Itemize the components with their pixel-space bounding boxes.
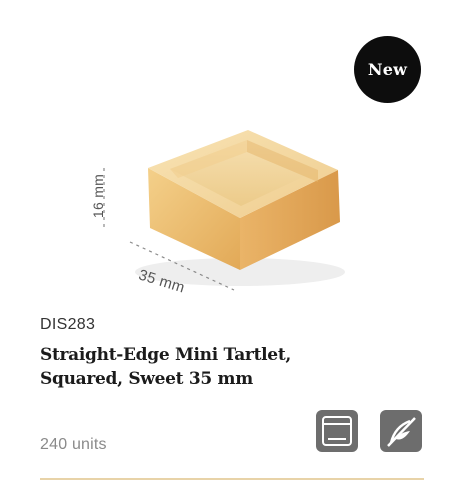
product-sku: DIS283 <box>40 316 96 333</box>
new-badge-label: New <box>367 60 408 79</box>
no-bake-glyph <box>387 417 416 447</box>
no-baking-required-icon <box>380 410 422 452</box>
product-title-line-2: Squared, Sweet 35 mm <box>40 369 253 389</box>
new-badge: New <box>354 36 421 103</box>
product-title-line-1: Straight-Edge Mini Tartlet, <box>40 345 291 365</box>
oven-glyph <box>322 416 352 446</box>
product-title[interactable]: Straight-Edge Mini Tartlet, Squared, Swe… <box>40 343 420 391</box>
bottom-divider <box>40 478 424 480</box>
oven-icon <box>316 410 358 452</box>
height-dimension-label: 16 mm <box>90 173 107 219</box>
product-units: 240 units <box>40 436 107 453</box>
product-card[interactable]: New 16 mm 35 mm DIS283 Straight-Edge Min… <box>0 0 464 499</box>
